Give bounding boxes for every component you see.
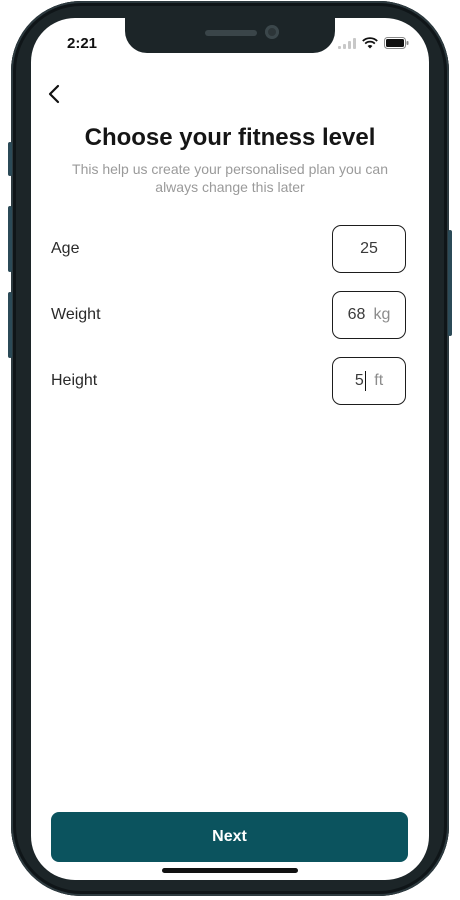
- chevron-left-icon: [48, 84, 60, 104]
- age-label: Age: [51, 240, 80, 257]
- back-button[interactable]: [43, 82, 67, 106]
- text-cursor: [364, 371, 367, 391]
- height-input[interactable]: 5 ft: [332, 357, 406, 405]
- side-button-volume-up: [8, 206, 12, 272]
- front-camera: [265, 25, 279, 39]
- age-value: 25: [360, 240, 378, 257]
- page-title: Choose your fitness level: [84, 124, 376, 151]
- height-value-wrap: 5: [354, 371, 367, 391]
- status-time: 2:21: [67, 35, 98, 52]
- side-button-mute: [8, 142, 12, 176]
- notch: [125, 18, 335, 53]
- home-indicator: [162, 868, 298, 873]
- height-label: Height: [51, 372, 98, 389]
- height-unit: ft: [374, 372, 384, 389]
- side-button-power: [448, 230, 452, 336]
- app-screen: 2:21 Choose your fitness level This help…: [31, 18, 429, 880]
- weight-label: Weight: [51, 306, 101, 323]
- battery-icon: [384, 37, 409, 49]
- wifi-icon: [362, 37, 378, 49]
- next-button[interactable]: Next: [51, 812, 408, 862]
- side-button-volume-down: [8, 292, 12, 358]
- weight-value: 68: [347, 306, 366, 323]
- speaker: [205, 30, 257, 36]
- signal-icon: [338, 37, 356, 49]
- status-icons: [338, 37, 409, 49]
- age-input[interactable]: 25: [332, 225, 406, 273]
- weight-input[interactable]: 68 kg: [332, 291, 406, 339]
- weight-unit: kg: [373, 306, 391, 323]
- height-value: 5: [354, 372, 364, 390]
- page-subtitle: This help us create your personalised pl…: [72, 161, 388, 195]
